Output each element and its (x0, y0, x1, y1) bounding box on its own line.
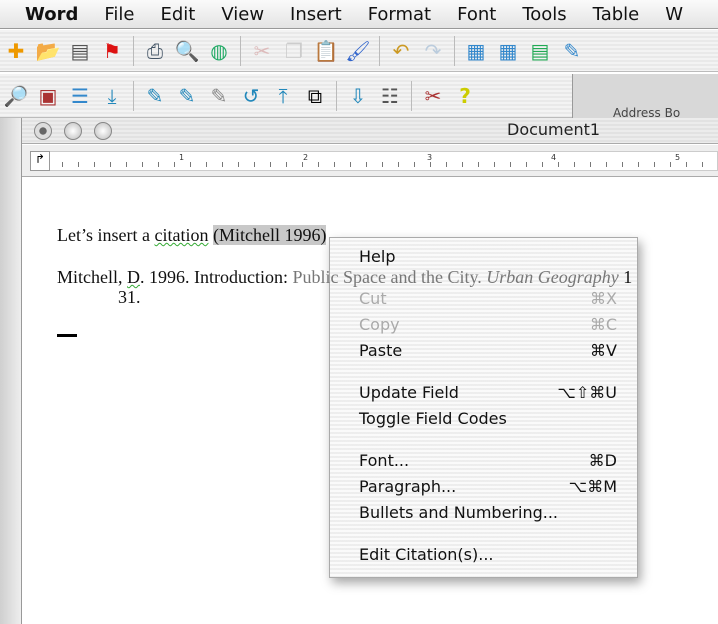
menu-item-paragraph[interactable]: Paragraph... ⌥⌘M (330, 474, 637, 500)
format-painter-icon[interactable]: 🖌 (344, 37, 372, 65)
text: Let’s insert a (57, 225, 155, 245)
insert-table-icon[interactable]: ▦ (494, 37, 522, 65)
menu-item-bullets-numbering[interactable]: Bullets and Numbering... (330, 500, 637, 526)
menu-item-copy[interactable]: Copy ⌘C (330, 312, 637, 338)
text: Public Space and the City. (292, 267, 487, 287)
menu-item-cut[interactable]: Cut ⌘X (330, 286, 637, 312)
new-document-icon[interactable]: ✚ (2, 37, 30, 65)
label: Edit Citation(s)... (359, 545, 494, 564)
label: Bullets and Numbering... (359, 503, 559, 522)
label: Cut (359, 289, 387, 308)
print-preview-icon[interactable]: 🔍 (173, 37, 201, 65)
cut-icon[interactable]: ✂ (248, 37, 276, 65)
menu-item-update-field[interactable]: Update Field ⌥⇧⌘U (330, 380, 637, 406)
web-preview-icon[interactable]: ◍ (205, 37, 233, 65)
edit-citation-icon[interactable]: ✎ (141, 82, 169, 110)
undo-icon[interactable]: ↶ (387, 37, 415, 65)
bibliography-entry: Mitchell, D. 1996. Introduction: Public … (57, 267, 632, 288)
flag-icon[interactable]: ⚑ (98, 37, 126, 65)
label: Paragraph... (359, 477, 457, 496)
insert-citation-icon[interactable]: ⤓ (98, 82, 126, 110)
edit-library-icon[interactable]: ✎ (173, 82, 201, 110)
menu-insert[interactable]: Insert (277, 4, 355, 25)
bibliography-list-icon[interactable]: ☰ (66, 82, 94, 110)
text: , (118, 267, 127, 287)
text: 1 (618, 267, 633, 287)
menu-view[interactable]: View (208, 4, 277, 25)
shortcut: ⌘V (590, 341, 617, 360)
label: Toggle Field Codes (359, 409, 507, 428)
shortcut: ⌘X (590, 289, 617, 308)
insert-excel-icon[interactable]: ▤ (526, 37, 554, 65)
endnote-library-icon[interactable]: ▣ (34, 82, 62, 110)
text: Mitchell (57, 267, 118, 287)
shortcut: ⌘D (588, 451, 617, 470)
citation-field[interactable]: (Mitchell 1996) (212, 225, 327, 245)
text: . 1996. Introduction: (140, 267, 293, 287)
ruler-number: 4 (551, 153, 557, 162)
edit-icon[interactable]: ✎ (558, 37, 586, 65)
zoom-button[interactable] (94, 122, 112, 140)
export-icon[interactable]: ⤒ (269, 82, 297, 110)
bibliography-entry-cont: 31. (118, 287, 141, 307)
ruler-number: 3 (427, 153, 433, 162)
generate-list-icon[interactable]: ☷ (376, 82, 404, 110)
remove-field-codes-icon[interactable]: ⧉ (301, 82, 329, 110)
help-icon[interactable]: ? (451, 82, 479, 110)
text: D (127, 267, 140, 287)
shortcut: ⌘C (589, 315, 617, 334)
print-icon[interactable]: ⎙ (141, 37, 169, 65)
context-menu: Help Cut ⌘X Copy ⌘C Paste ⌘V Update Field ⌥⇧… (329, 237, 638, 578)
menu-table[interactable]: Table (580, 4, 653, 25)
close-button[interactable] (34, 122, 52, 140)
label: Font... (359, 451, 410, 470)
insert-figure-icon[interactable]: ⇩ (344, 82, 372, 110)
menu-file[interactable]: File (91, 4, 147, 25)
save-icon[interactable]: ▤ (66, 37, 94, 65)
menu-item-paste[interactable]: Paste ⌘V (330, 338, 637, 364)
menu-bar: Word File Edit View Insert Format Font T… (0, 0, 718, 29)
journal-title: Urban Geography (486, 267, 619, 287)
paragraph-citation: Let’s insert a citation (Mitchell 1996) (57, 225, 327, 246)
label: Help (359, 247, 396, 266)
text: citation (154, 225, 209, 245)
menu-window[interactable]: W (652, 4, 696, 25)
minimize-button[interactable] (64, 122, 82, 140)
paste-icon[interactable]: 📋 (312, 37, 340, 65)
menu-item-toggle-field-codes[interactable]: Toggle Field Codes (330, 406, 637, 432)
format-bibliography-icon[interactable]: ✎ (205, 82, 233, 110)
find-citation-icon[interactable]: 🔎 (2, 82, 30, 110)
document-titlebar: Document1 (22, 118, 718, 144)
ruler-number: 1 (179, 153, 185, 162)
tab-selector-icon[interactable]: ↱ (30, 151, 50, 171)
menu-tools[interactable]: Tools (509, 4, 579, 25)
label: Update Field (359, 383, 459, 402)
menu-font[interactable]: Font (444, 4, 509, 25)
shortcut: ⌥⌘M (568, 477, 617, 496)
menu-item-edit-citations[interactable]: Edit Citation(s)... (330, 542, 637, 568)
address-book-palette: Address Bo (572, 74, 718, 120)
left-edge (0, 118, 22, 624)
document-title: Document1 (507, 120, 601, 139)
label: Paste (359, 341, 403, 360)
unformat-citations-icon[interactable]: ↺ (237, 82, 265, 110)
endnote-toolbar: 🔎 ▣ ☰ ⤓ ✎ ✎ ✎ ↺ ⤒ ⧉ ⇩ ☷ ✂ ? (0, 74, 572, 118)
open-icon[interactable]: 📂 (34, 37, 62, 65)
menu-edit[interactable]: Edit (147, 4, 208, 25)
redo-icon[interactable]: ↷ (419, 37, 447, 65)
menu-word[interactable]: Word (12, 4, 91, 25)
preferences-icon[interactable]: ✂ (419, 82, 447, 110)
menu-format[interactable]: Format (355, 4, 444, 25)
shortcut: ⌥⇧⌘U (557, 383, 617, 402)
label: Copy (359, 315, 400, 334)
standard-toolbar: ✚ 📂 ▤ ⚑ ⎙ 🔍 ◍ ✂ ❐ 📋 🖌 ↶ ↷ ▦ ▦ ▤ ✎ (0, 30, 718, 72)
ruler[interactable]: 1 2 3 4 5 ↱ (22, 145, 718, 177)
end-of-document-marker (57, 334, 77, 337)
menu-item-font[interactable]: Font... ⌘D (330, 448, 637, 474)
ruler-number: 5 (675, 153, 681, 162)
draw-table-icon[interactable]: ▦ (462, 37, 490, 65)
ruler-number: 2 (303, 153, 309, 162)
copy-icon[interactable]: ❐ (280, 37, 308, 65)
